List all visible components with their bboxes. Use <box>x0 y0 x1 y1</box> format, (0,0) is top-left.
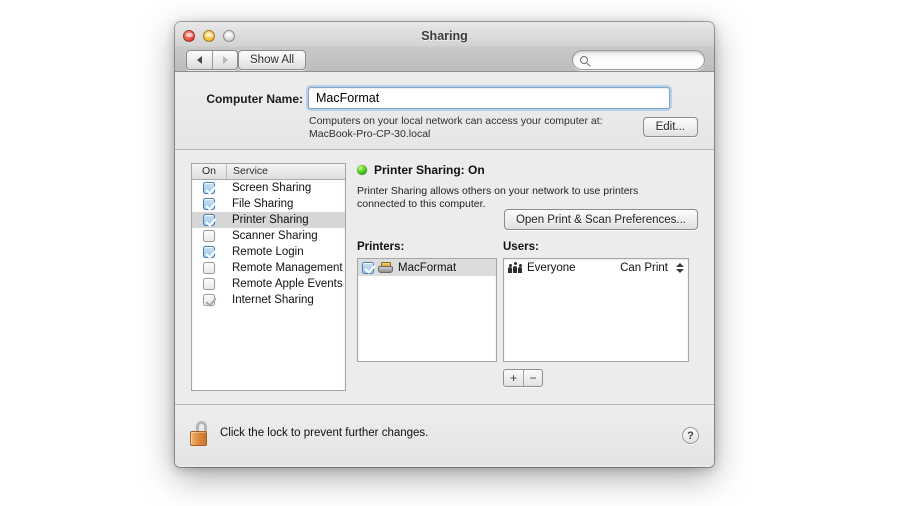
service-checkbox-cell <box>192 246 226 258</box>
checkbox-icon[interactable] <box>203 214 215 226</box>
services-list[interactable]: On Service Screen Sharing File Sharing Pri… <box>191 163 346 391</box>
show-all-button[interactable]: Show All <box>238 50 307 70</box>
main-content: On Service Screen Sharing File Sharing Pri… <box>175 150 714 404</box>
add-remove-user-control: + − <box>503 369 543 387</box>
service-name: Printer Sharing <box>232 214 309 226</box>
group-users-icon <box>508 262 522 273</box>
lock-hint-text: Click the lock to prevent further change… <box>220 427 429 439</box>
service-checkbox-cell <box>192 278 226 290</box>
search-field[interactable] <box>572 50 705 70</box>
printer-icon <box>378 262 393 273</box>
window-footer: Click the lock to prevent further change… <box>175 404 714 465</box>
checkbox-icon[interactable] <box>203 294 215 306</box>
open-print-scan-preferences-button[interactable]: Open Print & Scan Preferences... <box>503 209 698 230</box>
back-arrow-icon <box>197 56 202 64</box>
status-indicator-icon <box>357 165 367 175</box>
window-title: Sharing <box>421 29 468 43</box>
users-list[interactable]: Everyone Can Print <box>503 258 689 362</box>
service-row-remote-apple-events[interactable]: Remote Apple Events <box>192 276 345 292</box>
toolbar: Show All <box>183 49 705 72</box>
service-checkbox-cell <box>192 214 226 226</box>
forward-arrow-icon <box>222 56 228 64</box>
service-name: Screen Sharing <box>232 182 312 194</box>
computer-name-label: Computer Name: <box>206 92 303 106</box>
search-input[interactable] <box>593 53 693 67</box>
user-name: Everyone <box>527 261 576 274</box>
forward-button <box>212 51 237 69</box>
window-titlebar: Sharing Show All <box>175 22 714 72</box>
network-note-line1: Computers on your local network can acce… <box>309 115 603 127</box>
service-name: File Sharing <box>232 198 294 210</box>
lock-body <box>190 431 207 446</box>
users-label: Users: <box>503 241 539 253</box>
services-rows: Screen Sharing File Sharing Printer Sharin… <box>192 180 345 308</box>
service-name: Remote Apple Events <box>232 278 343 290</box>
navigation-segmented-control <box>186 50 238 70</box>
service-status: Printer Sharing: On <box>357 163 698 177</box>
printers-list[interactable]: MacFormat <box>357 258 497 362</box>
checkbox-icon[interactable] <box>203 262 215 274</box>
search-icon <box>580 56 588 64</box>
service-checkbox-cell <box>192 198 226 210</box>
printer-row[interactable]: MacFormat <box>358 259 496 276</box>
computer-name-input[interactable] <box>314 90 669 106</box>
service-name: Remote Login <box>232 246 304 258</box>
service-checkbox-cell <box>192 262 226 274</box>
computer-name-field[interactable] <box>308 87 670 109</box>
service-checkbox-cell <box>192 182 226 194</box>
permission-stepper-icon[interactable] <box>675 261 684 275</box>
service-row-file-sharing[interactable]: File Sharing <box>192 196 345 212</box>
column-header-on: On <box>201 165 216 177</box>
network-note-line2: MacBook-Pro-CP-30.local <box>309 127 431 140</box>
column-header-service: Service <box>226 164 345 179</box>
user-row[interactable]: Everyone Can Print <box>504 259 688 276</box>
service-description: Printer Sharing allows others on your ne… <box>357 185 639 210</box>
printers-label: Printers: <box>357 241 405 253</box>
network-address-note: Computers on your local network can acce… <box>309 115 609 140</box>
sharing-preferences-window: Sharing Show All Computer Name: MacForma… <box>175 22 714 467</box>
add-user-button[interactable]: + <box>504 370 523 386</box>
checkbox-icon[interactable] <box>362 261 374 274</box>
service-row-screen-sharing[interactable]: Screen Sharing <box>192 180 345 196</box>
checkbox-icon[interactable] <box>203 278 215 290</box>
service-row-printer-sharing[interactable]: Printer Sharing <box>192 212 345 228</box>
user-permission-value[interactable]: Can Print <box>620 262 668 274</box>
service-name: Internet Sharing <box>232 294 314 306</box>
service-row-internet-sharing[interactable]: Internet Sharing <box>192 292 345 308</box>
service-row-remote-login[interactable]: Remote Login <box>192 244 345 260</box>
service-detail-pane: Printer Sharing: On Printer Sharing allo… <box>357 163 698 387</box>
back-button[interactable] <box>187 51 212 69</box>
services-header: On Service <box>192 164 345 180</box>
checkbox-icon[interactable] <box>203 246 215 258</box>
service-row-remote-management[interactable]: Remote Management <box>192 260 345 276</box>
edit-button[interactable]: Edit... <box>642 117 698 137</box>
service-checkbox-cell <box>192 294 226 306</box>
service-name: Remote Management <box>232 262 343 274</box>
desktop-background: Sharing Show All Computer Name: MacForma… <box>0 0 900 506</box>
checkbox-icon[interactable] <box>203 230 215 242</box>
checkbox-icon[interactable] <box>203 198 215 210</box>
service-name: Scanner Sharing <box>232 230 318 242</box>
service-status-title: Printer Sharing: On <box>374 163 485 177</box>
service-checkbox-cell <box>192 230 226 242</box>
lock-icon[interactable] <box>189 421 211 447</box>
checkbox-icon[interactable] <box>203 182 215 194</box>
help-button[interactable]: ? <box>682 427 699 444</box>
printer-name: MacFormat <box>398 261 457 274</box>
service-row-scanner-sharing[interactable]: Scanner Sharing <box>192 228 345 244</box>
remove-user-button[interactable]: − <box>523 370 542 386</box>
computer-name-panel: Computer Name: Computers on your local n… <box>175 72 714 150</box>
